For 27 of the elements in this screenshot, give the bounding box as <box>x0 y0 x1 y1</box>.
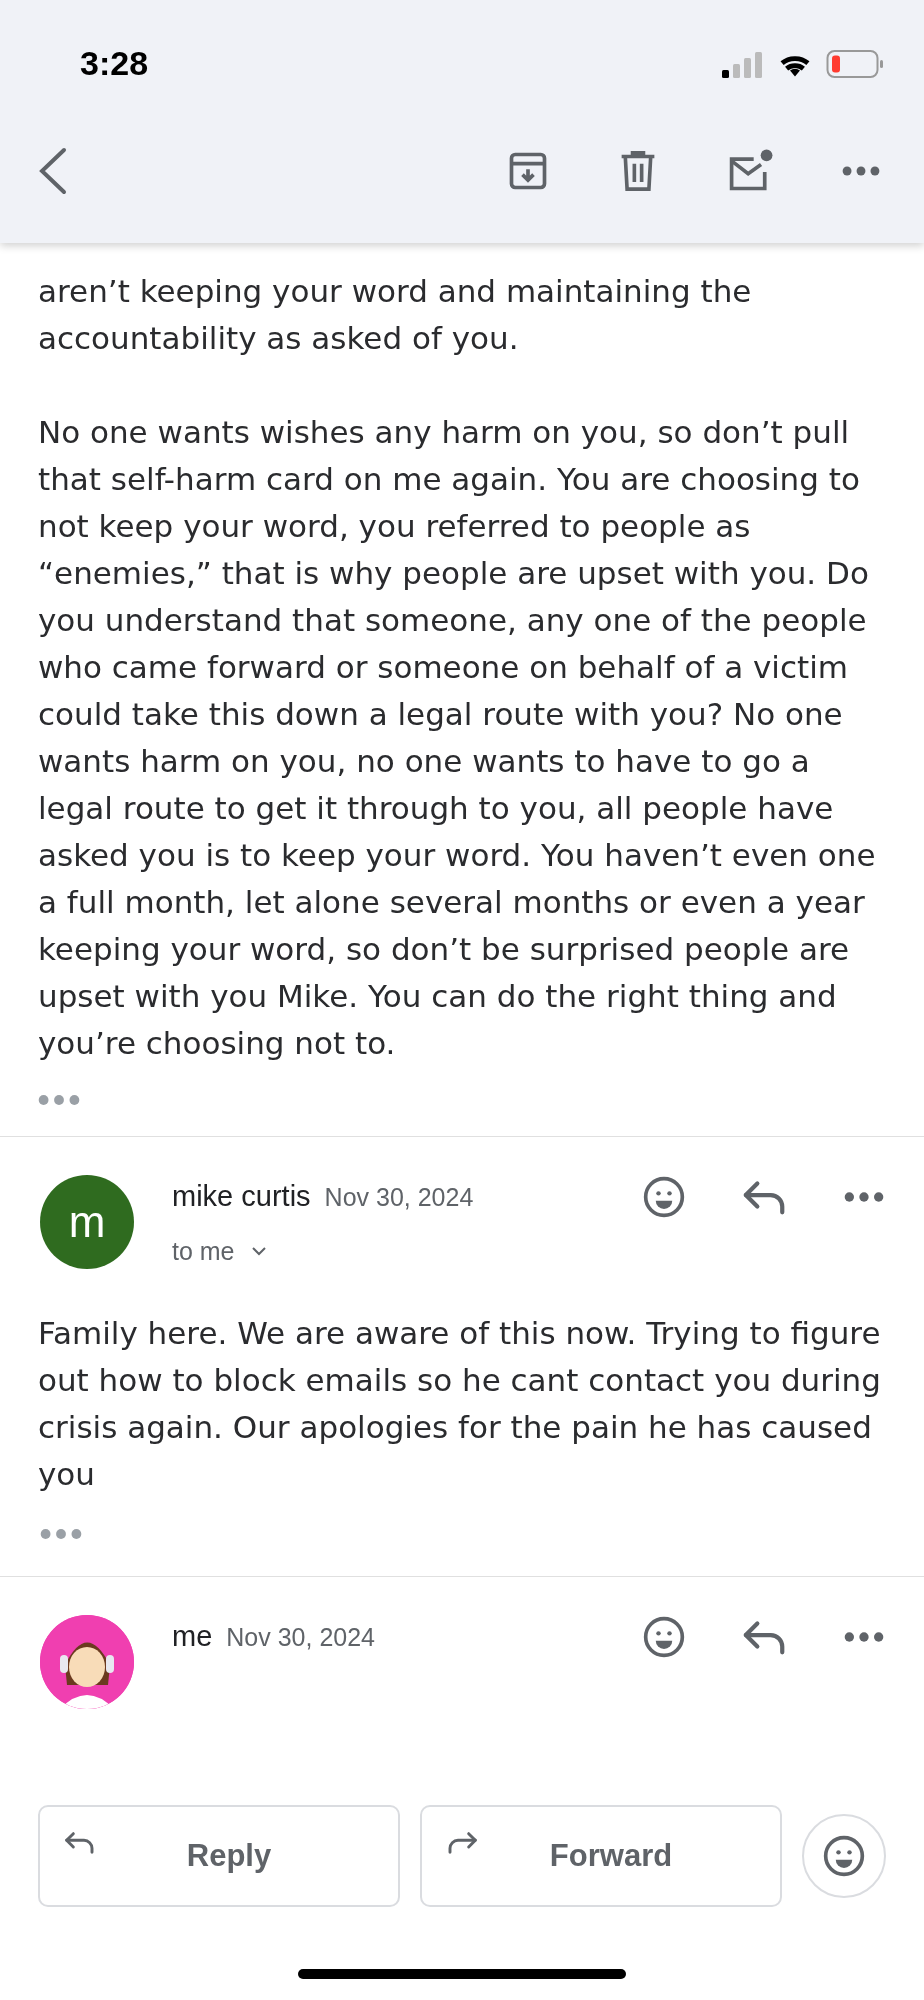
email-paragraph: aren’t keeping your word and maintaining the accountability as asked of you. <box>38 272 753 358</box>
signal-icon <box>722 49 764 78</box>
emoji-button[interactable] <box>802 1814 886 1898</box>
forward-icon <box>446 1831 478 1855</box>
sender-name: me <box>172 1619 213 1654</box>
message-date: Nov 30, 2024 <box>226 1622 375 1653</box>
reply-icon <box>64 1831 96 1855</box>
more-icon[interactable] <box>844 1631 884 1643</box>
emoji-icon[interactable] <box>822 1834 866 1878</box>
emoji-icon[interactable] <box>642 1175 686 1219</box>
email-body: Family here. We are aware of this now. Trying to figure out how to block emails so he cant contact you during crisis again. Our apologies for the pain he has caused you <box>38 1314 882 1494</box>
more-icon[interactable] <box>842 165 880 177</box>
chevron-down-icon[interactable] <box>250 1246 267 1257</box>
emoji-icon[interactable] <box>642 1615 686 1659</box>
more-icon[interactable] <box>844 1191 884 1203</box>
expand-icon[interactable] <box>40 1528 82 1540</box>
back-icon[interactable] <box>38 147 68 195</box>
recipient-label[interactable]: to me <box>172 1232 235 1270</box>
status-time: 3:28 <box>80 43 149 84</box>
forward-button[interactable]: Forward <box>420 1805 782 1907</box>
email-paragraph: No one wants wishes any harm on you, so don’t pull that self-harm card on me again. You are choosing to not keep your word, you referred to people as “enemies,” that is why people are upset with you. Do you understand that someone, any one of the people who came forward or someone on behalf of a victim could take this down a legal route with you? No one wants harm on you, no one wants to have to go a legal route to get it through to you, all people have asked you is to keep your word. You haven’t even one a full month, let alone several months or even a year keeping your word, so don’t be surprised people are upset with you Mike. You can do the right thing and you’re choosing not to. <box>38 413 877 1063</box>
battery-icon <box>826 48 884 79</box>
sender-name: mike curtis <box>172 1179 311 1214</box>
message-date: Nov 30, 2024 <box>324 1182 474 1213</box>
expand-icon[interactable] <box>38 1094 80 1106</box>
reply-button[interactable]: Reply <box>38 1805 400 1907</box>
avatar: m <box>40 1175 134 1269</box>
